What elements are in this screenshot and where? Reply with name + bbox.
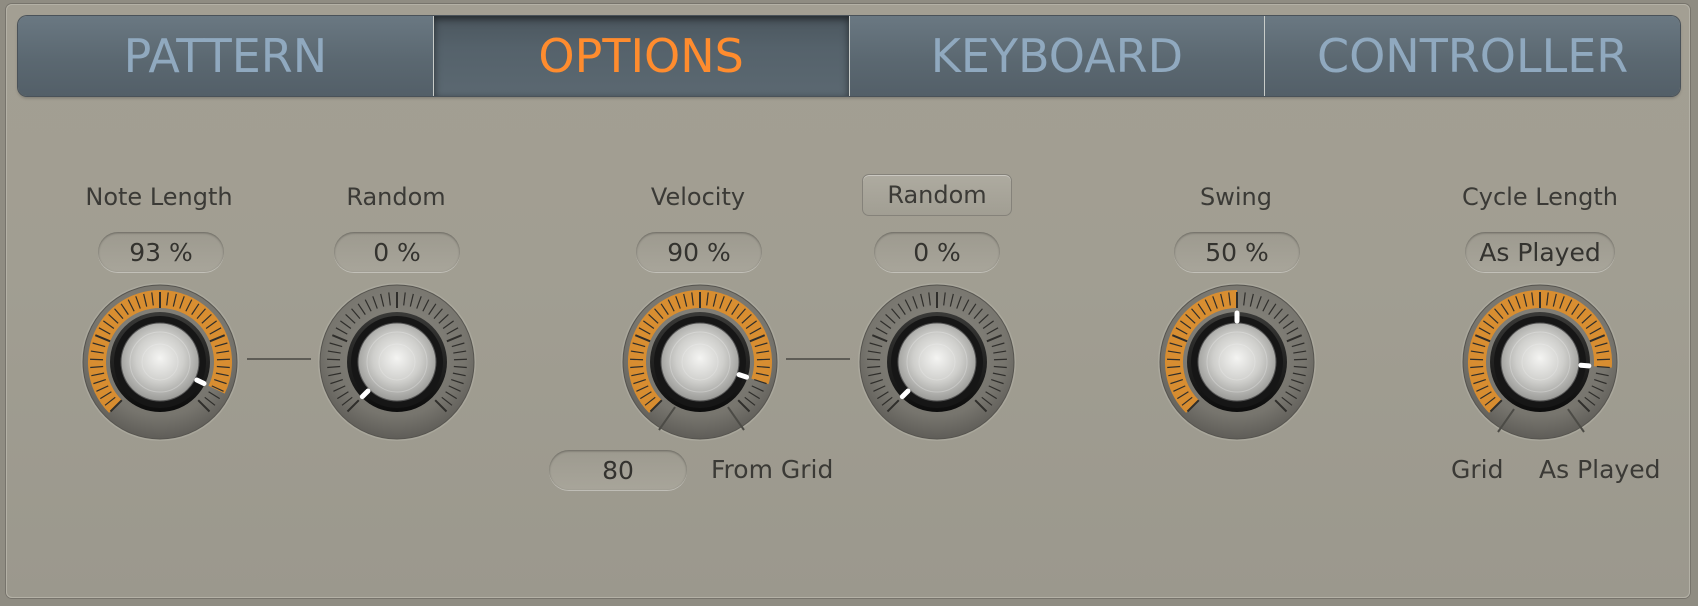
swing-label: Swing <box>1200 183 1272 211</box>
connector-line <box>247 358 311 360</box>
swing-value[interactable]: 50 % <box>1174 232 1300 272</box>
velocity-random-button[interactable]: Random <box>862 174 1012 216</box>
rotary-knob-icon <box>858 283 1016 441</box>
velocity-random-value[interactable]: 0 % <box>874 232 1000 272</box>
tab-bar: PATTERN OPTIONS KEYBOARD CONTROLLER <box>18 16 1680 96</box>
swing-knob[interactable] <box>1157 282 1317 446</box>
note-length-random-knob[interactable] <box>317 282 477 446</box>
tab-pattern-label: PATTERN <box>123 29 328 83</box>
knob-indicator <box>736 372 750 380</box>
rotary-knob-icon <box>81 283 239 441</box>
note-length-value[interactable]: 93 % <box>98 232 224 272</box>
velocity-knob[interactable] <box>620 282 780 446</box>
velocity-value[interactable]: 90 % <box>636 232 762 272</box>
cycle-length-label: Cycle Length <box>1462 183 1618 211</box>
cycle-length-knob[interactable] <box>1460 282 1620 446</box>
note-length-random-value[interactable]: 0 % <box>334 232 460 272</box>
tab-pattern[interactable]: PATTERN <box>18 16 433 96</box>
tab-options[interactable]: OPTIONS <box>432 16 849 96</box>
cycle-length-min-label: Grid <box>1451 455 1504 484</box>
tab-controller[interactable]: CONTROLLER <box>1264 16 1680 96</box>
note-length-random-label: Random <box>346 183 446 211</box>
tab-controller-label: CONTROLLER <box>1316 29 1629 83</box>
rotary-knob-icon <box>1461 283 1619 441</box>
tab-options-label: OPTIONS <box>538 29 744 83</box>
cycle-length-value[interactable]: As Played <box>1465 232 1615 272</box>
knob-indicator <box>1578 362 1592 369</box>
cycle-length-max-label: As Played <box>1539 455 1661 484</box>
velocity-range-value[interactable]: 80 <box>549 450 687 490</box>
velocity-random-knob[interactable] <box>857 282 1017 446</box>
velocity-label: Velocity <box>650 183 746 211</box>
note-length-knob[interactable] <box>80 282 240 446</box>
tab-keyboard-label: KEYBOARD <box>930 29 1184 83</box>
rotary-knob-icon <box>621 283 779 441</box>
rotary-knob-icon <box>1158 283 1316 441</box>
knob-indicator <box>194 377 207 387</box>
connector-line <box>786 358 850 360</box>
velocity-range-label: From Grid <box>711 455 834 484</box>
rotary-knob-icon <box>318 283 476 441</box>
tab-keyboard[interactable]: KEYBOARD <box>848 16 1265 96</box>
note-length-label: Note Length <box>85 183 233 211</box>
